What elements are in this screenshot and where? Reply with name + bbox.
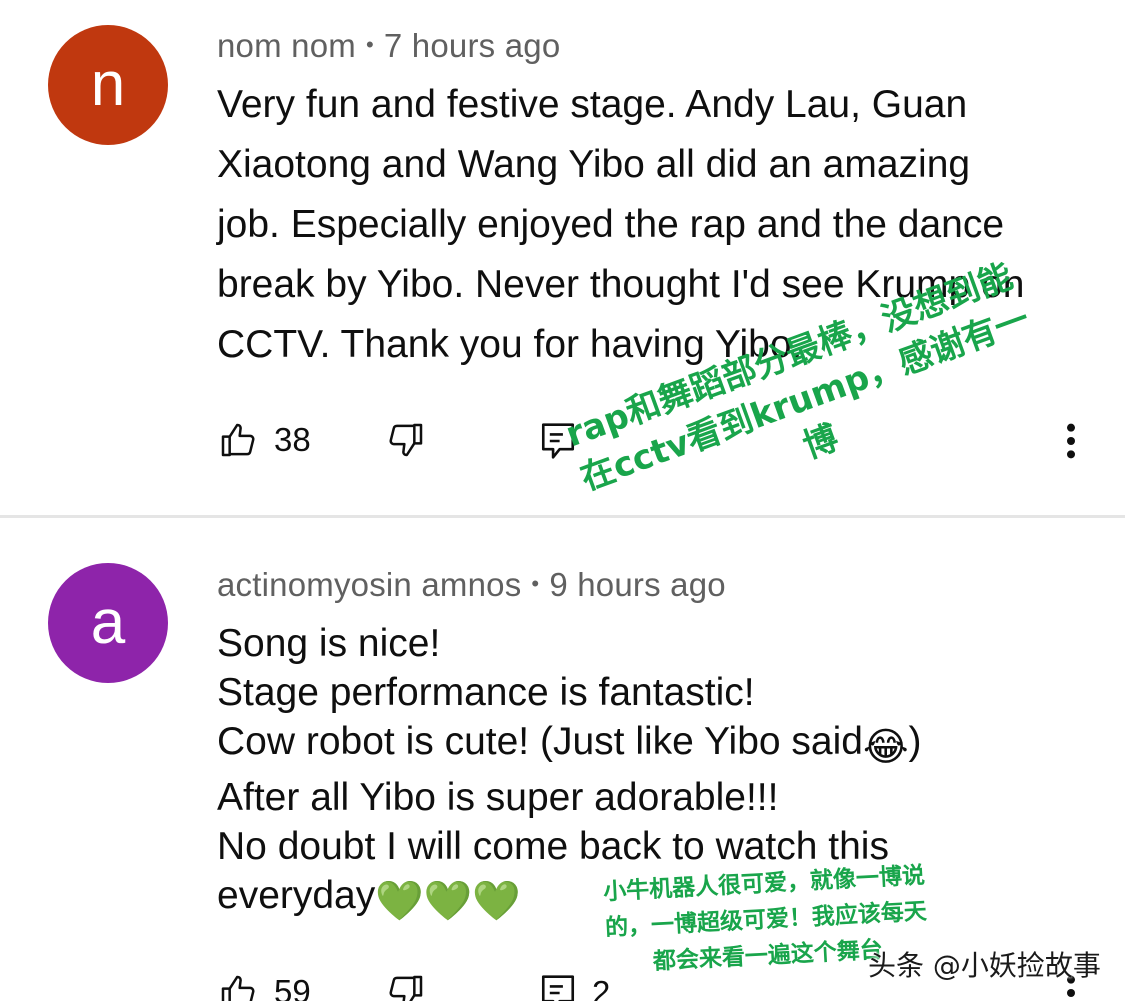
comment-line-text: Cow robot is cute! (Just like Yibo said (217, 720, 863, 764)
comment-line: Cow robot is cute! (Just like Yibo said😂… (217, 717, 1097, 772)
closing-paren: ) (908, 720, 922, 764)
avatar[interactable]: n (48, 25, 168, 145)
more-vertical-icon (1067, 423, 1075, 459)
timestamp: 9 hours ago (549, 566, 726, 603)
more-button[interactable] (1060, 421, 1082, 461)
comment-line-text: everyday (217, 874, 376, 918)
watermark: 头条 @小妖捡故事 (868, 949, 1101, 982)
green-heart-icon: 💚💚💚 (375, 880, 521, 924)
thumbs-down-icon (389, 975, 423, 1001)
comment-line: Stage performance is fantastic! (217, 671, 755, 715)
like-count: 38 (274, 421, 311, 458)
comment-line: After all Yibo is super adorable!!! (217, 775, 779, 819)
meta-separator: • (365, 32, 374, 57)
comments-screen: n nom nom • 7 hours ago Very fun and festi… (0, 0, 1125, 1001)
avatar[interactable]: a (48, 563, 168, 683)
meta-separator: • (531, 571, 540, 596)
dislike-button[interactable] (386, 420, 426, 460)
dislike-button[interactable] (386, 972, 426, 1001)
comment-line: Very fun and festive stage. Andy Lau, Gu… (217, 83, 968, 126)
like-button[interactable]: 38 (218, 420, 311, 460)
like-count: 59 (274, 973, 311, 1001)
avatar-letter: a (90, 588, 126, 657)
like-button[interactable]: 59 (218, 972, 311, 1001)
divider (0, 515, 1125, 518)
comment-line: job. Especially enjoyed the rap and the … (217, 203, 1005, 246)
avatar-letter: n (90, 50, 126, 119)
timestamp: 7 hours ago (383, 27, 561, 64)
laughing-emoji-icon: 😂 (862, 726, 909, 770)
comment-line: Song is nice! (217, 622, 441, 665)
thumbs-up-icon (221, 423, 255, 457)
thumbs-up-icon (221, 975, 255, 1001)
comment-meta: actinomyosin amnos • 9 hours ago (217, 566, 726, 604)
author-name[interactable]: nom nom (217, 27, 356, 64)
author-name[interactable]: actinomyosin amnos (217, 566, 521, 603)
comment-meta: nom nom • 7 hours ago (217, 27, 560, 65)
thumbs-down-icon (389, 423, 423, 457)
comment-line: Xiaotong and Wang Yibo all did an amazin… (217, 143, 971, 186)
